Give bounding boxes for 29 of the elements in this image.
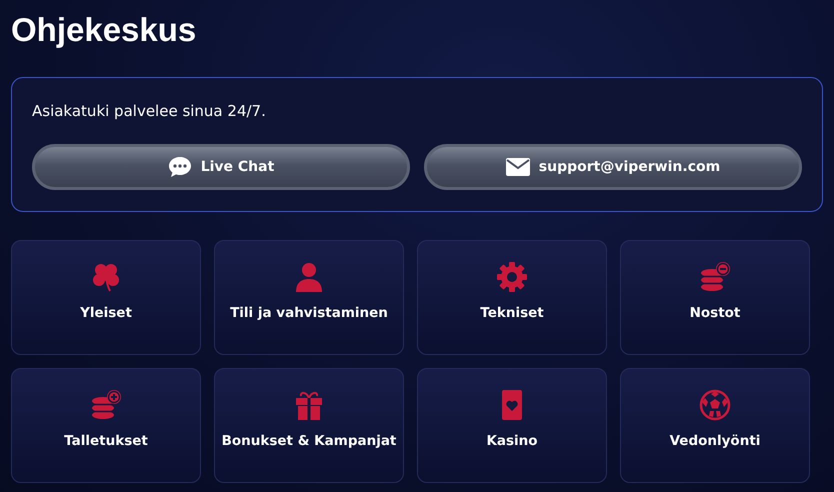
category-label: Yleiset (80, 305, 132, 321)
category-label: Talletukset (64, 433, 148, 449)
category-card[interactable]: Bonukset & Kampanjat (214, 368, 404, 483)
category-card[interactable]: Tekniset (417, 240, 607, 355)
mail-icon (506, 158, 530, 176)
category-card[interactable]: Tili ja vahvistaminen (214, 240, 404, 355)
category-card[interactable]: Kasino (417, 368, 607, 483)
category-card[interactable]: Yleiset (11, 240, 201, 355)
live-chat-button[interactable]: Live Chat (32, 144, 410, 190)
category-label: Nostot (690, 305, 740, 321)
clover-icon (90, 261, 122, 293)
category-label: Tili ja vahvistaminen (230, 305, 388, 321)
coins-plus-icon (90, 389, 122, 421)
coins-minus-icon (699, 261, 731, 293)
gear-icon (496, 261, 528, 293)
category-card[interactable]: Nostot (620, 240, 810, 355)
category-label: Vedonlyönti (670, 433, 760, 449)
support-text: Asiakatuki palvelee sinua 24/7. (32, 102, 267, 120)
category-card[interactable]: Talletukset (11, 368, 201, 483)
category-label: Bonukset & Kampanjat (222, 433, 396, 449)
email-button[interactable]: support@viperwin.com (424, 144, 802, 190)
gift-icon (293, 389, 325, 421)
person-icon (293, 261, 325, 293)
football-icon (699, 389, 731, 421)
category-label: Tekniset (480, 305, 544, 321)
page-title: Ohjekeskus (11, 10, 198, 50)
category-label: Kasino (486, 433, 538, 449)
chat-icon (168, 156, 192, 178)
category-card[interactable]: Vedonlyönti (620, 368, 810, 483)
